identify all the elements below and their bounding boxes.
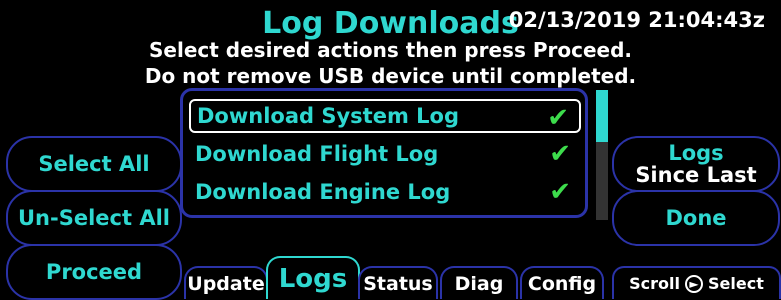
scroll-label: Scroll [629,274,680,293]
tab-logs[interactable]: Logs [266,256,360,299]
list-item-flight-log[interactable]: Download Flight Log ✔ [189,137,581,171]
tab-label: Diag [454,272,504,295]
logs-since-last-label-2: Since Last [635,163,757,187]
tab-diag[interactable]: Diag [440,266,518,299]
done-button[interactable]: Done [612,190,780,246]
select-all-button[interactable]: Select All [6,136,182,192]
tab-label: Update [187,272,265,295]
tab-label: Config [527,272,597,295]
instruction-line-2: Do not remove USB device until completed… [144,64,637,88]
scroll-select-legend: Scroll ► Select [612,266,781,299]
list-item-engine-log[interactable]: Download Engine Log ✔ [189,175,581,209]
list-item-label: Download Engine Log [195,180,451,204]
list-item-label: Download System Log [197,104,459,128]
tab-label: Logs [278,263,348,294]
log-list: Download System Log ✔ Download Flight Lo… [180,88,588,218]
select-label: Select [708,274,764,293]
proceed-label: Proceed [45,260,143,284]
logs-since-last-label-1: Logs [668,141,724,165]
checkmark-icon: ✔ [549,139,571,169]
logs-since-last-button[interactable]: Logs Since Last [612,136,780,192]
unselect-all-label: Un-Select All [18,206,170,230]
tab-update[interactable]: Update [184,266,268,299]
tab-label: Status [363,272,433,295]
select-all-label: Select All [38,152,150,176]
rotary-knob-icon: ► [685,274,703,293]
timestamp: 02/13/2019 21:04:43z [508,8,765,32]
list-item-label: Download Flight Log [195,142,439,166]
checkmark-icon: ✔ [549,177,571,207]
proceed-button[interactable]: Proceed [6,244,182,300]
checkmark-icon: ✔ [547,103,569,133]
list-item-system-log[interactable]: Download System Log ✔ [189,99,581,133]
done-label: Done [665,206,727,230]
tab-config[interactable]: Config [520,266,604,299]
scrollbar-thumb[interactable] [596,90,608,142]
tab-status[interactable]: Status [358,266,438,299]
unselect-all-button[interactable]: Un-Select All [6,190,182,246]
instruction-line-1: Select desired actions then press Procee… [149,38,632,62]
